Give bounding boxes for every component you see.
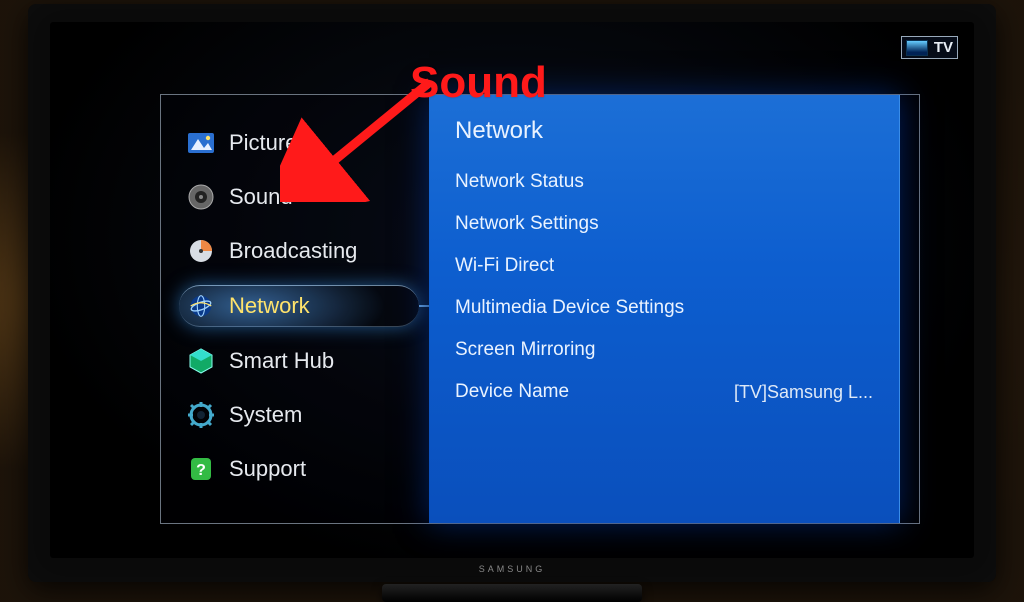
category-label: Support <box>229 456 306 482</box>
sub-item-multimedia-device-settings[interactable]: Multimedia Device Settings <box>429 287 899 329</box>
category-label: Smart Hub <box>229 348 334 374</box>
sub-item-label: Device Name <box>455 381 569 403</box>
category-item-support[interactable]: ? Support <box>179 449 419 489</box>
support-icon: ? <box>187 455 215 483</box>
sub-item-device-name[interactable]: Device Name [TV]Samsung L... <box>429 371 899 413</box>
sound-icon <box>187 183 215 211</box>
sub-item-label: Wi-Fi Direct <box>455 255 554 277</box>
category-item-system[interactable]: System <box>179 395 419 435</box>
category-item-network[interactable]: Network <box>179 285 419 327</box>
sub-item-label: Network Status <box>455 171 584 193</box>
category-item-smart-hub[interactable]: Smart Hub <box>179 341 419 381</box>
sub-item-network-status[interactable]: Network Status <box>429 161 899 203</box>
settings-menu-frame: Picture Sound Broadcasting <box>160 94 920 524</box>
sub-panel-list: Network Status Network Settings Wi-Fi Di… <box>429 161 899 413</box>
broadcasting-icon <box>187 237 215 265</box>
tv-stand <box>382 584 642 602</box>
system-icon <box>187 401 215 429</box>
sub-panel-title: Network <box>429 95 899 161</box>
source-badge: TV <box>901 36 958 59</box>
sub-item-network-settings[interactable]: Network Settings <box>429 203 899 245</box>
category-label: Sound <box>229 184 293 210</box>
tv-screen: TV Picture Sound <box>50 22 974 558</box>
category-item-picture[interactable]: Picture <box>179 123 419 163</box>
sub-item-label: Network Settings <box>455 213 599 235</box>
sub-panel-network: Network Network Status Network Settings … <box>429 95 900 523</box>
category-label: Broadcasting <box>229 238 357 264</box>
network-icon <box>187 292 215 320</box>
sub-item-screen-mirroring[interactable]: Screen Mirroring <box>429 329 899 371</box>
sub-item-wifi-direct[interactable]: Wi-Fi Direct <box>429 245 899 287</box>
category-label: Network <box>229 293 310 319</box>
sub-item-label: Screen Mirroring <box>455 339 595 361</box>
sub-item-value: [TV]Samsung L... <box>734 382 873 403</box>
tv-brand-label: SAMSUNG <box>479 564 546 574</box>
category-label: Picture <box>229 130 297 156</box>
picture-icon <box>187 129 215 157</box>
sub-item-label: Multimedia Device Settings <box>455 297 684 319</box>
tv-body: TV Picture Sound <box>28 4 996 582</box>
tv-source-icon <box>906 40 928 56</box>
category-item-broadcasting[interactable]: Broadcasting <box>179 231 419 271</box>
svg-text:?: ? <box>196 462 206 479</box>
category-list: Picture Sound Broadcasting <box>179 117 419 501</box>
source-badge-label: TV <box>934 39 953 56</box>
category-label: System <box>229 402 302 428</box>
smarthub-icon <box>187 347 215 375</box>
category-item-sound[interactable]: Sound <box>179 177 419 217</box>
